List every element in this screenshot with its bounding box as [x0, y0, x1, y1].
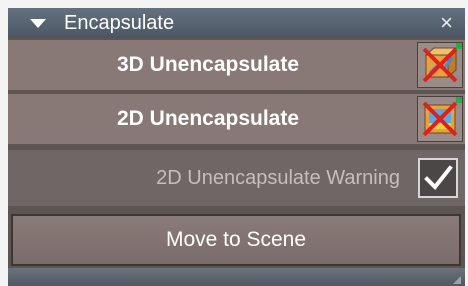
unencapsulate-warning-checkbox[interactable]	[418, 158, 458, 198]
collapse-arrow-icon[interactable]	[30, 19, 46, 28]
unencapsulate-3d-icon-button[interactable]	[417, 42, 463, 88]
warning-row: 2D Unencapsulate Warning	[8, 150, 465, 206]
unencapsulate-2d-icon	[422, 97, 462, 137]
resize-grip-icon[interactable]	[453, 276, 461, 284]
encapsulate-panel: Encapsulate × 3D Unencapsulate 2D Unenca…	[0, 0, 468, 286]
unencapsulate-warning-label: 2D Unencapsulate Warning	[156, 167, 400, 189]
move-to-scene-button[interactable]: Move to Scene	[11, 214, 461, 266]
unencapsulate-2d-button[interactable]: 2D Unencapsulate	[8, 94, 408, 144]
close-icon[interactable]: ×	[440, 10, 453, 36]
panel-titlebar[interactable]: Encapsulate ×	[8, 8, 465, 38]
unencapsulate-3d-row: 3D Unencapsulate	[8, 40, 465, 90]
panel-footer	[8, 268, 465, 286]
unencapsulate-2d-icon-button[interactable]	[417, 96, 463, 142]
unencapsulate-3d-icon	[422, 43, 462, 83]
panel-title: Encapsulate	[64, 12, 175, 34]
panel-body: 3D Unencapsulate 2D Unencapsulate 2D Une…	[8, 38, 465, 286]
checkmark-icon	[424, 165, 453, 191]
unencapsulate-2d-row: 2D Unencapsulate	[8, 94, 465, 144]
unencapsulate-3d-button[interactable]: 3D Unencapsulate	[8, 40, 408, 90]
